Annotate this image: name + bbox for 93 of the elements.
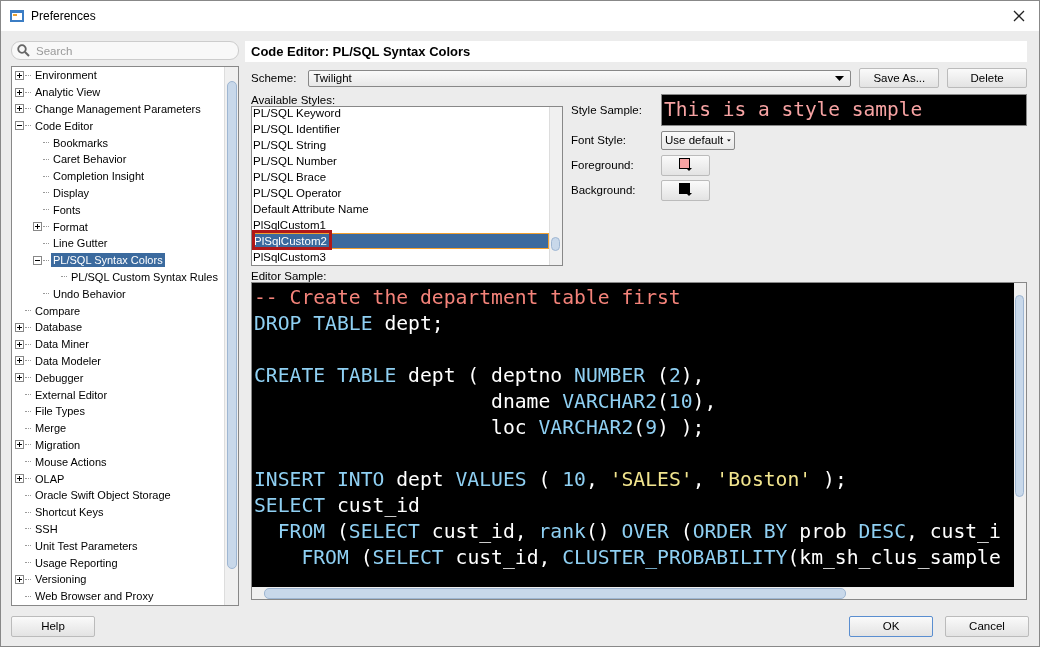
tree-item[interactable]: Shortcut Keys [33,505,106,520]
foreground-label: Foreground: [571,159,635,171]
code-line: loc VARCHAR2(9) ); [491,416,705,439]
search-field[interactable]: Search [11,41,239,60]
tree-item[interactable]: Compare [33,303,83,318]
tree-item[interactable]: Database [33,320,85,335]
scheme-button[interactable]: Save As... [859,68,940,88]
style-item[interactable]: PL/SQL Number [252,153,549,169]
font-style-dropdown[interactable]: Use default [661,130,735,150]
page-title: Code Editor: PL/SQL Syntax Colors [245,41,1027,62]
window-title: Preferences [31,9,97,23]
code-line: CREATE TABLE dept ( deptno NUMBER (2), [254,364,705,387]
expander-icon[interactable] [15,339,24,349]
search-icon [17,44,30,57]
style-item[interactable]: PL/SQL String [252,137,549,153]
dialog-button[interactable]: OK [849,615,933,637]
app-icon [9,8,25,24]
style-sample-label: Style Sample: [571,104,643,116]
expander-icon[interactable] [33,222,42,232]
background-label: Background: [571,184,637,196]
tree-item[interactable]: Migration [33,437,83,452]
tree-item[interactable]: Change Management Parameters [33,102,203,116]
code-line: SELECT cust_id [254,494,420,517]
style-item[interactable]: Default Attribute Name [252,201,549,217]
tree-item[interactable]: Oracle Swift Object Storage [33,488,173,503]
style-item[interactable]: PL/SQL Identifier [252,121,549,137]
tree-item[interactable]: SSH [33,521,60,536]
scheme-dropdown[interactable]: Twilight [308,69,852,87]
tree-item[interactable]: Data Modeler [33,353,104,368]
color-button[interactable] [661,154,710,176]
expander-icon[interactable] [15,87,24,97]
scrollbar[interactable] [224,67,238,605]
tree-item[interactable]: Fonts [51,202,83,217]
style-item[interactable]: PL/SQL Keyword [252,107,549,121]
tree-item[interactable]: Usage Reporting [33,555,120,570]
style-item[interactable]: PlSqlCustom2 [252,233,549,249]
scheme-button[interactable]: Delete [947,68,1027,88]
tree-item[interactable]: Debugger [33,370,86,385]
expander-icon[interactable] [15,574,24,584]
tree-item[interactable]: Mouse Actions [33,454,109,469]
style-item[interactable]: PlSqlCustom3 [252,249,549,265]
code-line: -- Create the department table first [254,286,681,309]
expander-icon[interactable] [15,474,24,483]
help-button[interactable]: Help [11,615,95,637]
code-line: INSERT INTO dept VALUES ( 10, 'SALES', 'Boston' ); [254,468,847,491]
tree-item[interactable]: Code Editor [33,118,96,133]
tree-item[interactable]: Caret Behavior [51,152,129,167]
expander-icon[interactable] [15,104,24,114]
tree-item[interactable]: Unit Test Parameters [33,538,140,553]
scrollbar[interactable] [549,107,562,265]
code-line: FROM (SELECT cust_id, rank() OVER (ORDER BY prob DESC, cust_i [277,520,1001,543]
style-item[interactable]: PlSqlCustom1 [252,217,549,233]
dropdown-caret-icon [835,75,845,81]
expander-icon[interactable] [33,255,42,265]
styles-label: Available Styles: [251,94,337,106]
editor-sample-label: Editor Sample: [251,270,328,282]
code-line: FROM (SELECT cust_id, CLUSTER_PROBABILITY(km_sh_clus_sample [301,546,1001,569]
tree-item[interactable]: Undo Behavior [51,286,128,301]
tree-item[interactable]: Web Browser and Proxy [33,589,156,604]
scrollbar[interactable] [1014,283,1026,587]
code-line: dname VARCHAR2(10), [491,390,717,413]
expander-icon[interactable] [15,121,24,131]
style-sample: This is a style sample [661,94,1027,126]
font-style-label: Font Style: [571,134,627,146]
color-button[interactable] [661,179,710,201]
style-item[interactable]: PL/SQL Operator [252,185,549,201]
tree-item[interactable]: Completion Insight [51,169,147,184]
tree-item[interactable]: Environment [33,68,99,83]
expander-icon[interactable] [15,70,24,80]
expander-icon[interactable] [15,322,24,332]
tree-item[interactable]: Data Miner [33,337,91,352]
expander-icon[interactable] [15,356,24,366]
tree-item[interactable]: PL/SQL Custom Syntax Rules [69,269,220,284]
tree-item[interactable]: Versioning [33,572,89,587]
scheme-label: Scheme: [251,72,297,84]
tree-item[interactable]: File Types [33,404,87,419]
dialog-button[interactable]: Cancel [945,615,1029,637]
tree-item[interactable]: Line Gutter [51,236,110,251]
style-item[interactable]: PL/SQL Brace [252,169,549,185]
tree-item[interactable]: Analytic View [33,85,103,100]
code-line: DROP TABLE dept; [254,312,444,335]
expander-icon[interactable] [15,373,24,383]
tree-item[interactable]: OLAP [33,471,67,486]
tree-item[interactable]: Display [51,185,92,200]
tree-item[interactable]: Bookmarks [51,135,111,150]
tree-item[interactable]: PL/SQL Syntax Colors [51,253,165,268]
tree-item[interactable]: Format [51,219,90,234]
tree-item[interactable]: External Editor [33,387,110,402]
tree-item[interactable]: Merge [33,421,69,436]
dropdown-caret-icon [727,137,731,143]
close-icon[interactable] [1013,10,1025,22]
expander-icon[interactable] [15,440,24,450]
scrollbar[interactable] [252,587,1026,599]
